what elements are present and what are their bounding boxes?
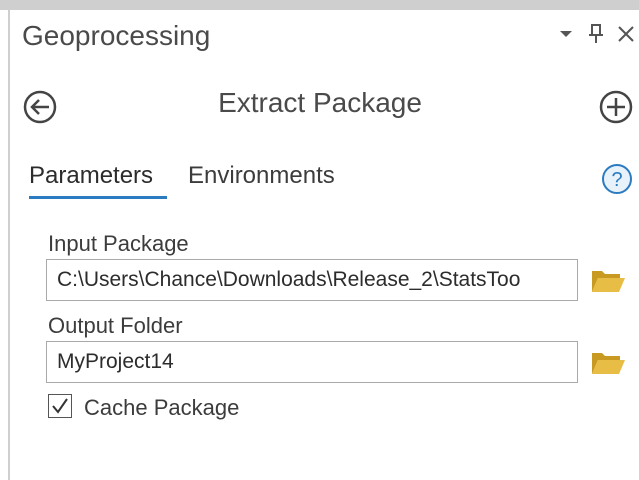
tool-title: Extract Package	[218, 87, 422, 118]
active-tab-indicator	[29, 196, 167, 199]
pin-icon[interactable]	[585, 20, 607, 48]
checkmark-icon	[52, 398, 68, 414]
browse-output-button[interactable]	[590, 346, 626, 378]
back-arrow-icon	[23, 90, 57, 124]
output-folder-field[interactable]: MyProject14	[46, 341, 578, 383]
help-icon: ?	[602, 164, 632, 194]
cache-package-label: Cache Package	[84, 395, 240, 420]
pane-top-border	[0, 0, 639, 10]
tab-parameters[interactable]: Parameters	[29, 162, 153, 190]
output-folder-label: Output Folder	[48, 313, 183, 338]
add-button[interactable]	[598, 89, 634, 125]
browse-input-button[interactable]	[590, 264, 626, 296]
close-icon[interactable]	[615, 20, 637, 48]
folder-open-icon	[592, 271, 625, 292]
add-icon	[599, 90, 633, 124]
folder-open-icon	[592, 353, 625, 374]
pane-title: Geoprocessing	[22, 20, 211, 51]
tab-environments[interactable]: Environments	[188, 162, 335, 190]
input-package-field[interactable]: C:\Users\Chance\Downloads\Release_2\Stat…	[46, 259, 578, 301]
cache-package-checkbox[interactable]	[48, 394, 72, 418]
svg-text:?: ?	[611, 169, 622, 191]
input-package-label: Input Package	[48, 231, 189, 256]
dropdown-triangle-icon[interactable]	[555, 20, 577, 48]
back-button[interactable]	[22, 89, 58, 125]
help-button[interactable]: ?	[601, 163, 633, 195]
pane-left-border	[8, 10, 10, 480]
pane-window-controls	[555, 20, 639, 50]
